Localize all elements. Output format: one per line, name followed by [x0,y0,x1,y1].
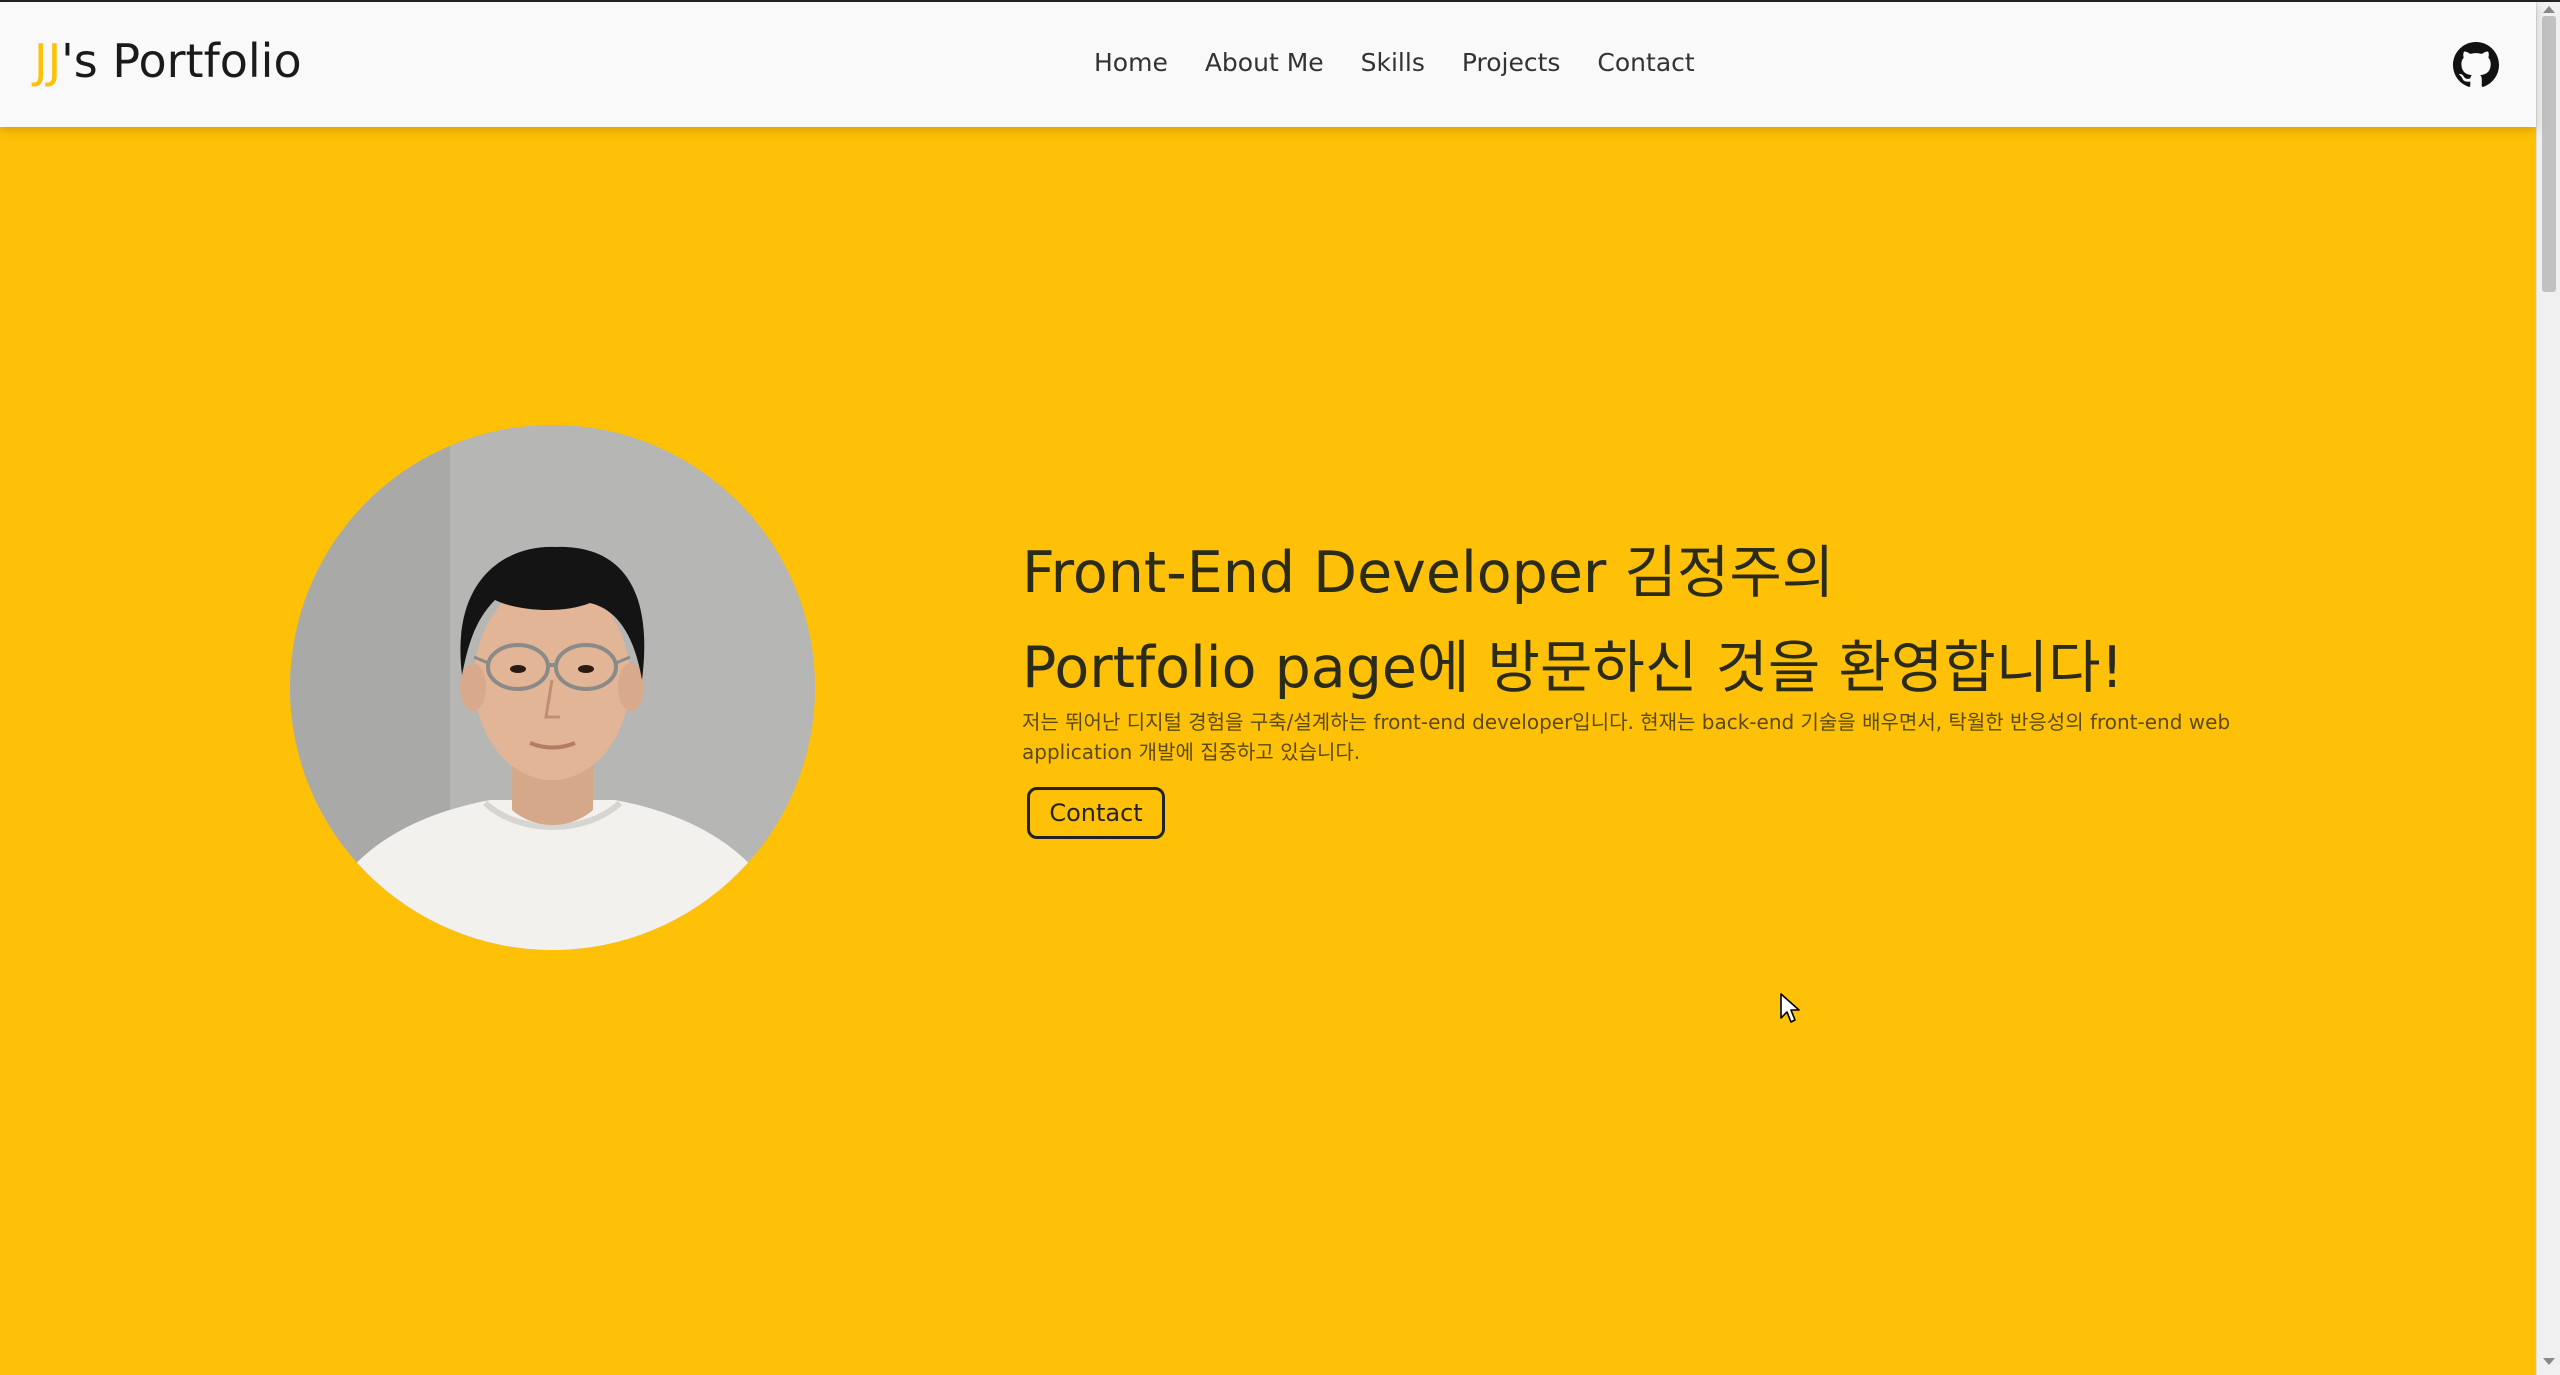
hero-description: 저는 뛰어난 디지털 경험을 구축/설계하는 front-end develop… [1022,710,2231,764]
contact-button[interactable]: Contact [1027,787,1165,839]
nav-link-skills[interactable]: Skills [1361,48,1425,77]
scroll-up-arrow-icon[interactable] [2543,6,2555,13]
nav-link-about-me[interactable]: About Me [1205,48,1324,77]
github-icon[interactable] [2453,42,2499,88]
brand-logo[interactable]: JJ's Portfolio [34,34,302,88]
hero-title-line-1: Front-End Developer 김정주의 [1022,540,1835,606]
nav-link-projects[interactable]: Projects [1462,48,1561,77]
profile-photo [290,425,815,950]
person-illustration [290,425,815,950]
mouse-cursor-icon [1780,993,1800,1023]
vertical-scrollbar[interactable] [2536,2,2560,1375]
brand-text: 's Portfolio [61,34,302,88]
hero-section: Front-End Developer 김정주의 Portfolio page에… [0,127,2536,1373]
brand-accent: JJ [34,34,62,88]
hero-title-line-2: Portfolio page에 방문하신 것을 환영합니다! [1022,635,2124,701]
nav-link-contact[interactable]: Contact [1597,48,1694,77]
nav-menu: Home About Me Skills Projects Contact [1094,48,1695,77]
nav-link-home[interactable]: Home [1094,48,1168,77]
scroll-down-arrow-icon[interactable] [2543,1358,2555,1365]
navbar: JJ's Portfolio Home About Me Skills Proj… [0,2,2536,127]
scrollbar-thumb[interactable] [2542,16,2556,292]
